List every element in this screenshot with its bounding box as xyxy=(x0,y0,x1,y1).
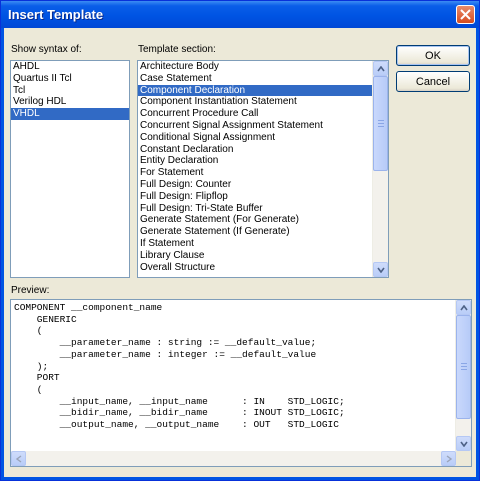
preview-code-line: __bidir_name, __bidir_name : INOUT STD_L… xyxy=(14,407,345,419)
section-list-item[interactable]: Full Design: Counter xyxy=(138,179,373,191)
ok-button[interactable]: OK xyxy=(396,45,470,66)
grip-line xyxy=(378,123,384,124)
syntax-list-item[interactable]: AHDL xyxy=(11,61,129,73)
section-list-item[interactable]: Conditional Signal Assignment xyxy=(138,132,373,144)
section-list-item[interactable]: Generate Statement (For Generate) xyxy=(138,214,373,226)
section-list-item[interactable]: Full Design: Flipflop xyxy=(138,191,373,203)
chevron-up-icon xyxy=(377,66,385,72)
preview-code-line: ); xyxy=(14,360,49,372)
cancel-button[interactable]: Cancel xyxy=(396,71,470,92)
chevron-right-icon xyxy=(446,455,453,463)
section-list-item[interactable]: Generate Statement (If Generate) xyxy=(138,226,373,238)
section-list-item[interactable]: Concurrent Signal Assignment Statement xyxy=(138,120,373,132)
preview-code-line: __parameter_name : string := __default_v… xyxy=(14,337,317,349)
preview-label: Preview: xyxy=(11,285,50,296)
preview-code-line: GENERIC xyxy=(14,313,77,325)
scroll-thumb[interactable] xyxy=(456,315,471,419)
section-list-item[interactable]: Full Design: Tri-State Buffer xyxy=(138,203,373,215)
section-list-item[interactable]: Entity Declaration xyxy=(138,155,373,167)
chevron-left-icon xyxy=(16,455,22,463)
syntax-list-item[interactable]: Tcl xyxy=(11,85,129,97)
scroll-left-button[interactable] xyxy=(11,451,26,466)
scroll-down-button[interactable] xyxy=(456,436,471,451)
window-title: Insert Template xyxy=(8,7,104,22)
template-section-listbox[interactable]: Architecture Body Case Statement Component… xyxy=(137,60,389,278)
section-list-item[interactable]: Overall Structure xyxy=(138,262,373,274)
section-list-item[interactable]: Library Clause xyxy=(138,250,373,262)
scroll-right-button[interactable] xyxy=(441,451,456,466)
grip-line xyxy=(461,366,467,367)
grip-line xyxy=(461,363,467,364)
scroll-down-button[interactable] xyxy=(373,262,388,277)
section-list-item[interactable]: Component Declaration xyxy=(138,84,373,97)
preview-code-line: __parameter_name : integer := __default_… xyxy=(14,348,317,360)
section-list-item[interactable]: For Statement xyxy=(138,167,373,179)
scroll-up-button[interactable] xyxy=(373,61,388,76)
preview-code-line: PORT xyxy=(14,372,60,384)
section-list-item[interactable]: Case Statement xyxy=(138,73,373,85)
preview-code-line: ( xyxy=(14,325,43,337)
syntax-listbox[interactable]: AHDL Quartus II Tcl Tcl Verilog HDL VHDL xyxy=(10,60,130,278)
chevron-down-icon xyxy=(460,441,468,447)
close-button[interactable] xyxy=(456,5,475,24)
section-list-item[interactable]: If Statement xyxy=(138,238,373,250)
section-list-item[interactable]: Architecture Body xyxy=(138,61,373,73)
insert-template-dialog: Insert Template Show syntax of: Template… xyxy=(0,0,480,481)
preview-code-line: ( xyxy=(14,383,43,395)
section-label: Template section: xyxy=(138,44,216,55)
section-list-item[interactable]: Constant Declaration xyxy=(138,144,373,156)
title-bar[interactable]: Insert Template xyxy=(1,1,479,28)
preview-pane[interactable]: COMPONENT __component_name GENERIC ( __p… xyxy=(10,299,472,467)
dialog-body: Show syntax of: Template section: AHDL Qu… xyxy=(4,28,476,477)
section-items: Architecture Body Case Statement Component… xyxy=(138,61,373,273)
grip-line xyxy=(461,369,467,370)
grip-line xyxy=(378,126,384,127)
syntax-list-item[interactable]: VHDL xyxy=(11,108,129,120)
preview-code-line: COMPONENT __component_name xyxy=(14,302,163,313)
chevron-up-icon xyxy=(460,305,468,311)
preview-vertical-scrollbar[interactable] xyxy=(455,300,471,451)
section-scrollbar[interactable] xyxy=(372,61,388,277)
close-icon xyxy=(460,9,471,20)
chevron-down-icon xyxy=(377,267,385,273)
syntax-label: Show syntax of: xyxy=(11,44,82,55)
section-list-item[interactable]: Concurrent Procedure Call xyxy=(138,108,373,120)
grip-line xyxy=(378,120,384,121)
scroll-thumb[interactable] xyxy=(373,76,388,171)
scroll-up-button[interactable] xyxy=(456,300,471,315)
scrollbar-corner xyxy=(456,451,471,466)
preview-code-line: __input_name, __input_name : IN STD_LOGI… xyxy=(14,395,345,407)
syntax-list-item[interactable]: Quartus II Tcl xyxy=(11,73,129,85)
syntax-list-item[interactable]: Verilog HDL xyxy=(11,96,129,108)
preview-horizontal-scrollbar[interactable] xyxy=(11,451,456,466)
section-list-item[interactable]: Component Instantiation Statement xyxy=(138,96,373,108)
preview-code-line: __output_name, __output_name : OUT STD_L… xyxy=(14,419,339,431)
preview-code: COMPONENT __component_name GENERIC ( __p… xyxy=(11,300,456,451)
